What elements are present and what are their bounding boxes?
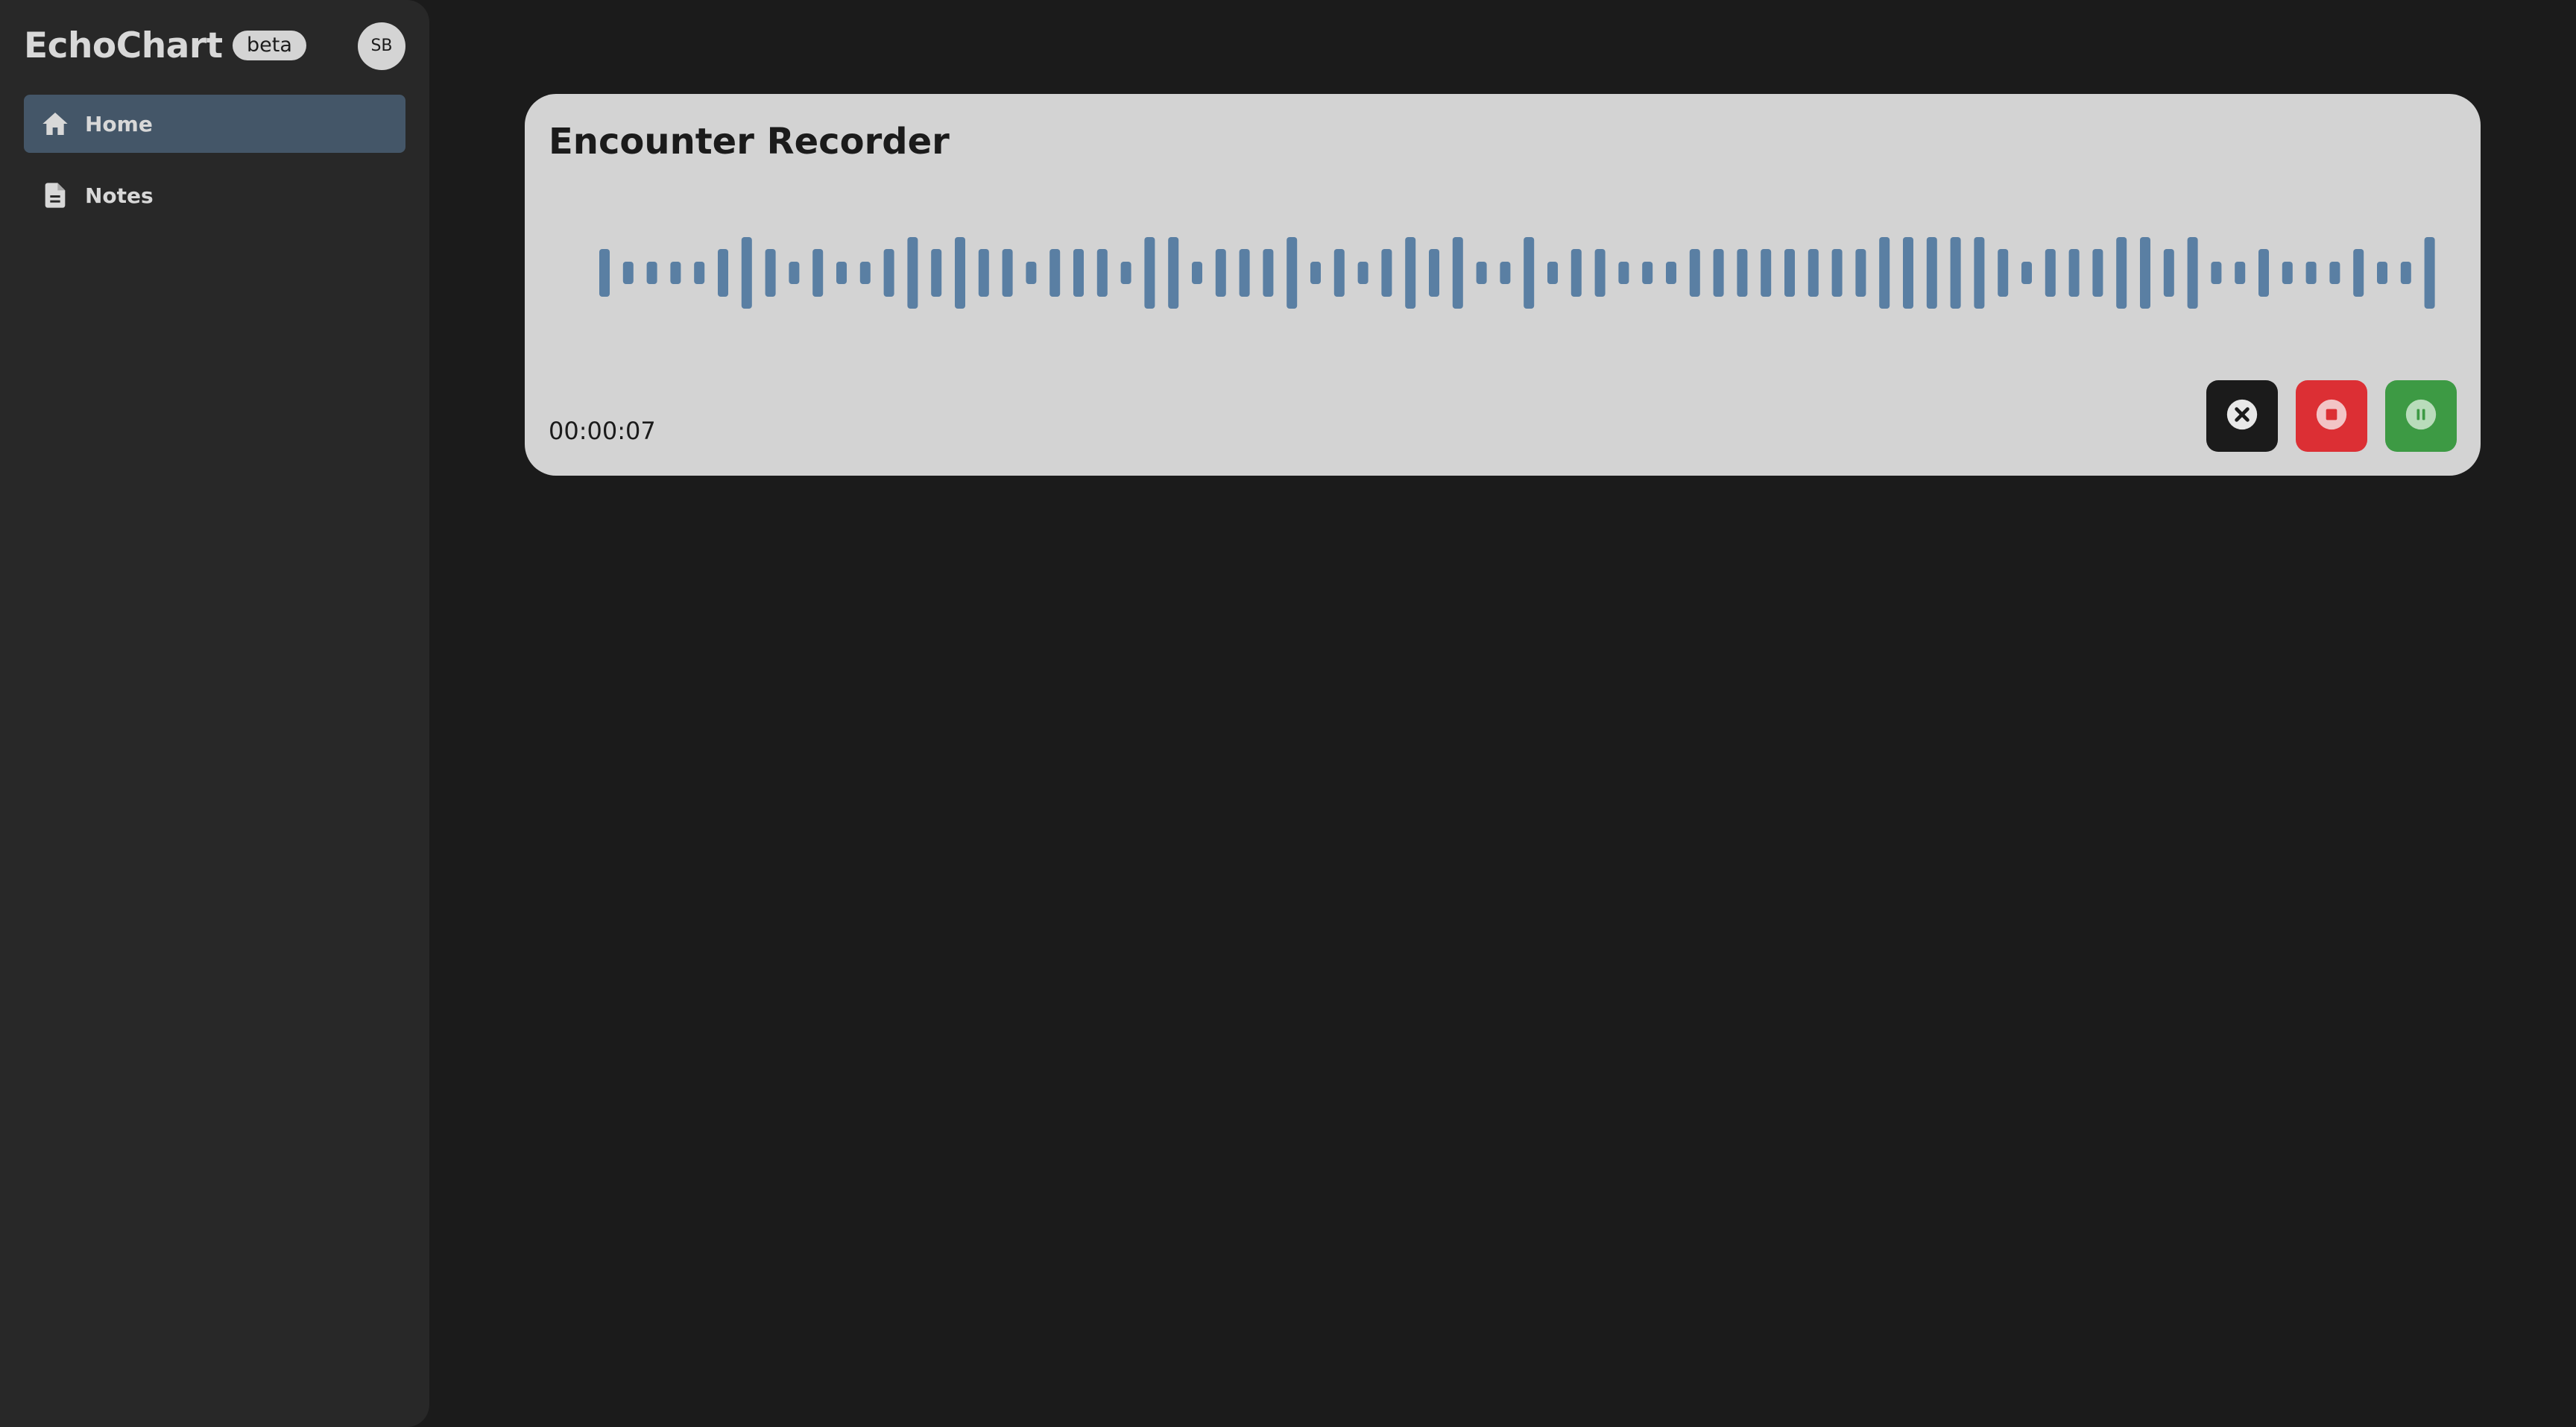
waveform-bar [1120, 262, 1131, 284]
waveform-bar [1168, 237, 1179, 309]
waveform-bar [2424, 237, 2435, 309]
waveform-bar [2353, 249, 2364, 297]
waveform-bar [1713, 249, 1724, 297]
home-icon [39, 107, 72, 140]
waveform-bar [1144, 237, 1155, 309]
waveform-bar [1192, 262, 1202, 284]
waveform-bar [1002, 249, 1013, 297]
waveform-bar [1500, 262, 1511, 284]
sidebar-item-label: Notes [85, 183, 154, 208]
waveform-bar [599, 249, 610, 297]
waveform-bar [1950, 237, 1961, 309]
waveform-bar [622, 262, 634, 284]
app-title: EchoChart [24, 25, 223, 66]
waveform-bar [1310, 262, 1321, 284]
cancel-recording-button[interactable] [2206, 380, 2278, 452]
waveform-bar [955, 237, 965, 309]
waveform-bar [718, 249, 728, 297]
waveform-bar [1381, 249, 1392, 297]
waveform-bar [2140, 237, 2150, 309]
beta-badge: beta [233, 31, 306, 60]
waveform-bar [1215, 249, 1226, 297]
waveform-bar [1429, 249, 1439, 297]
close-circle-icon [2226, 398, 2258, 434]
waveform-bar [2045, 249, 2056, 297]
waveform-bar [2258, 249, 2269, 297]
waveform-bar [1333, 249, 1345, 297]
waveform-bar [1026, 262, 1037, 284]
waveform-bar [1903, 237, 1913, 309]
waveform-bar [907, 237, 918, 309]
waveform-bar [1998, 249, 2009, 297]
waveform-bar [1689, 249, 1700, 297]
waveform-bar [2305, 262, 2317, 284]
waveform-bar [1926, 237, 1937, 309]
sidebar-item-label: Home [85, 111, 153, 136]
waveform-bar [2116, 237, 2127, 309]
waveform-bar [1263, 249, 1274, 297]
stop-recording-button[interactable] [2296, 380, 2367, 452]
waveform-bar [1570, 249, 1582, 297]
waveform-bar [812, 249, 824, 297]
waveform-bar [741, 237, 752, 309]
waveform-bar [2187, 237, 2198, 309]
waveform-bar [1855, 249, 1866, 297]
waveform-bar [2400, 262, 2411, 284]
waveform-bar [859, 262, 871, 284]
waveform-bar [2092, 249, 2103, 297]
sidebar: EchoChart beta SB Home Notes [0, 0, 429, 1427]
waveform-bar [931, 249, 942, 297]
waveform-bar [1784, 249, 1795, 297]
waveform-bar [765, 249, 776, 297]
stop-circle-icon [2315, 398, 2348, 434]
waveform-bar [1524, 237, 1535, 309]
waveform-bar [1452, 237, 1463, 309]
waveform-bar [883, 249, 894, 297]
waveform-bar [646, 262, 657, 284]
waveform-bar [789, 262, 800, 284]
waveform-bar [1357, 262, 1368, 284]
waveform-bar [2163, 249, 2174, 297]
document-icon [39, 179, 72, 212]
waveform-bar [2235, 262, 2246, 284]
waveform-bar [1618, 262, 1629, 284]
waveform-bar [2282, 262, 2293, 284]
waveform-bar [2021, 262, 2032, 284]
waveform-bar [670, 262, 681, 284]
waveform-bar [2068, 249, 2080, 297]
waveform-bar [1974, 237, 1985, 309]
waveform-bar [1642, 262, 1653, 284]
waveform-bar [1594, 249, 1606, 297]
waveform-bar [2329, 262, 2340, 284]
waveform-bar [1879, 237, 1890, 309]
pause-recording-button[interactable] [2385, 380, 2457, 452]
user-avatar[interactable]: SB [358, 22, 405, 70]
waveform-bar [1831, 249, 1843, 297]
waveform-bar [1096, 249, 1108, 297]
waveform-bar [1049, 249, 1061, 297]
waveform-bar [1666, 262, 1676, 284]
sidebar-item-notes[interactable]: Notes [24, 166, 405, 224]
waveform-bar [1547, 262, 1558, 284]
waveform-bar [694, 262, 705, 284]
waveform [599, 237, 2435, 309]
waveform-bar [836, 262, 847, 284]
waveform-bar [1476, 262, 1487, 284]
waveform-bar [2211, 262, 2222, 284]
waveform-bar [1239, 249, 1250, 297]
waveform-bar [1073, 249, 1084, 297]
waveform-bar [2377, 262, 2387, 284]
sidebar-item-home[interactable]: Home [24, 95, 405, 153]
waveform-bar [1287, 237, 1298, 309]
pause-circle-icon [2405, 398, 2437, 434]
waveform-bar [1808, 249, 1819, 297]
waveform-bar [1405, 237, 1416, 309]
waveform-bar [978, 249, 989, 297]
waveform-bar [1761, 249, 1772, 297]
waveform-bar [1737, 249, 1748, 297]
encounter-recorder-card: Encounter Recorder 00:00:07 [525, 94, 2481, 476]
elapsed-timer: 00:00:07 [549, 417, 656, 445]
